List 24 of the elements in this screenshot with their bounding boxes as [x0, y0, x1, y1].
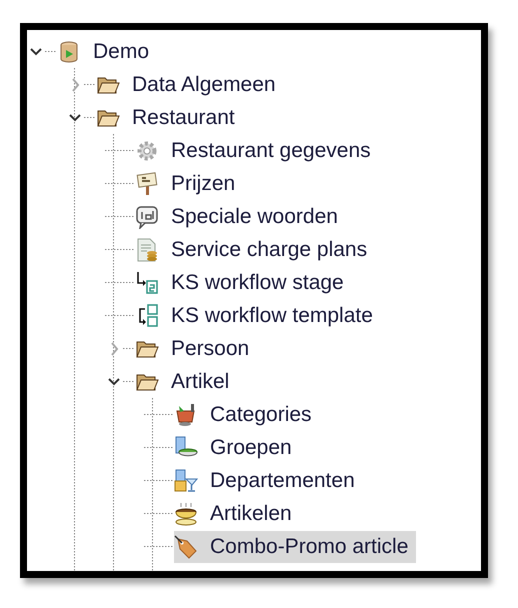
sign-icon [135, 172, 159, 196]
glass-icon [174, 468, 198, 492]
speech-bubble-icon [135, 204, 159, 228]
gear-icon [135, 138, 159, 162]
tree-item[interactable]: Restaurant [96, 102, 243, 134]
tree-item[interactable]: Combo-Promo article [174, 530, 416, 562]
tree-item[interactable]: KS workflow stage [135, 266, 352, 298]
tree-item[interactable]: Categories [174, 398, 320, 430]
tree-item[interactable]: Groepen [174, 432, 300, 464]
tree-item[interactable]: KS workflow template [135, 300, 381, 332]
tree-item[interactable]: Departementen [174, 464, 363, 496]
tree-item[interactable]: Persoon [135, 332, 258, 364]
tag-icon [174, 534, 198, 558]
tree-item[interactable]: Restaurant gegevens [135, 134, 379, 166]
tree-item[interactable]: Speciale woorden [135, 200, 346, 232]
tree-item[interactable]: Service charge plans [135, 234, 376, 266]
tree-item[interactable]: Artikel [135, 366, 238, 398]
soup-icon [174, 502, 198, 526]
workflow-stage-icon [135, 270, 159, 294]
tree-item[interactable]: Prijzen [135, 168, 244, 200]
document-icon [135, 238, 159, 262]
tree-item[interactable]: Artikelen [174, 498, 300, 530]
tree-item[interactable]: Demo [57, 36, 158, 68]
tree-item[interactable]: Data Algemeen [96, 68, 284, 100]
